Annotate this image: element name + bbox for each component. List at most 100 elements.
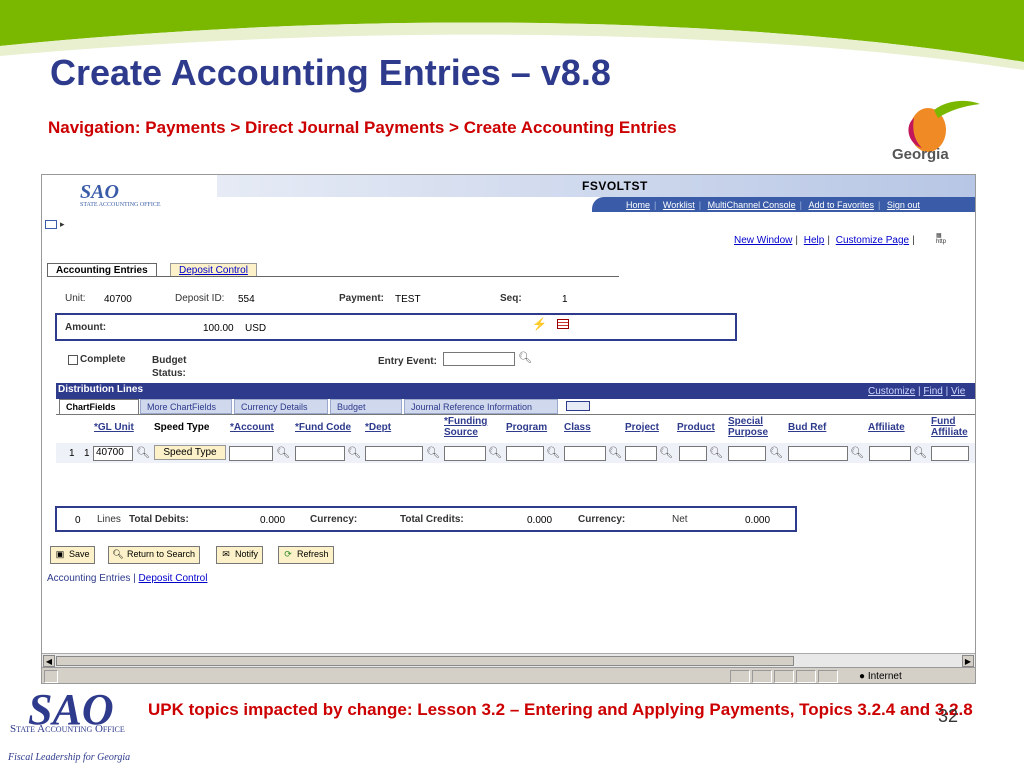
product-lookup-icon[interactable]: 🔍︎: [709, 446, 723, 459]
col-fund-affiliate[interactable]: Fund Affiliate: [931, 416, 975, 438]
funding-source-lookup-icon[interactable]: 🔍︎: [488, 446, 502, 459]
lines-label: Lines: [97, 514, 121, 525]
customize-link[interactable]: Customize: [868, 386, 915, 397]
app-header: SAO STATE ACCOUNTING OFFICE FSVOLTST Hom…: [42, 175, 975, 213]
browser-status-bar: ● Internet: [42, 667, 975, 683]
amount-label: Amount:: [65, 322, 107, 333]
subtab-journal-reference[interactable]: Journal Reference Information: [404, 399, 558, 414]
subtab-more-chartfields[interactable]: More ChartFields: [140, 399, 232, 414]
program-input[interactable]: [506, 446, 544, 461]
sign-out-link[interactable]: Sign out: [887, 200, 920, 210]
add-to-favorites-link[interactable]: Add to Favorites: [809, 200, 875, 210]
class-input[interactable]: [564, 446, 606, 461]
project-input[interactable]: [625, 446, 657, 461]
help-link[interactable]: Help: [804, 235, 825, 246]
home-link[interactable]: Home: [626, 200, 650, 210]
navigation-path: Navigation: Payments > Direct Journal Pa…: [48, 118, 677, 137]
unit-label: Unit:: [65, 293, 86, 304]
sao-footer-tagline: Fiscal Leadership for Georgia: [8, 752, 131, 763]
subtab-currency-details[interactable]: Currency Details: [234, 399, 328, 414]
col-gl-unit[interactable]: *GL Unit: [94, 422, 134, 433]
worklist-link[interactable]: Worklist: [663, 200, 695, 210]
complete-checkbox[interactable]: [68, 355, 78, 365]
affiliate-lookup-icon[interactable]: 🔍︎: [913, 446, 927, 459]
col-dept[interactable]: *Dept: [365, 422, 391, 433]
row-seq-number: 1: [84, 448, 90, 459]
col-bud-ref[interactable]: Bud Ref: [788, 422, 826, 433]
unit-value: 40700: [104, 294, 132, 305]
col-fund-code[interactable]: *Fund Code: [295, 422, 351, 433]
col-account[interactable]: *Account: [230, 422, 274, 433]
customize-page-link[interactable]: Customize Page: [836, 235, 909, 246]
tab-divider: [47, 276, 619, 277]
distribution-lines-header: Distribution Lines Customize | Find | Vi…: [56, 383, 975, 399]
distribution-subtabs: ChartFields More ChartFields Currency De…: [56, 399, 975, 415]
notify-button[interactable]: ✉ Notify: [216, 546, 264, 564]
find-link[interactable]: Find: [923, 386, 942, 397]
program-lookup-icon[interactable]: 🔍︎: [546, 446, 560, 459]
internet-zone-label: ● Internet: [859, 671, 902, 682]
funding-source-input[interactable]: [444, 446, 486, 461]
view-link[interactable]: Vie: [951, 386, 965, 397]
class-lookup-icon[interactable]: 🔍︎: [608, 446, 622, 459]
sao-logo: SAO: [80, 181, 119, 203]
col-funding-source[interactable]: *Funding Source: [444, 416, 498, 438]
lines-count: 0: [75, 515, 81, 526]
lightning-icon[interactable]: ⚡: [532, 317, 547, 331]
horizontal-scrollbar[interactable]: ◀ ▶: [42, 653, 975, 667]
amount-value: 100.00: [203, 323, 234, 334]
sao-footer-office: State Accounting Office: [10, 723, 125, 735]
save-button[interactable]: ▣ Save: [50, 546, 95, 564]
col-program[interactable]: Program: [506, 422, 547, 433]
project-lookup-icon[interactable]: 🔍︎: [659, 446, 673, 459]
refresh-button[interactable]: ⟳ Refresh: [278, 546, 334, 564]
currency-label-credits: Currency:: [578, 514, 626, 525]
menu-toggle-icon[interactable]: [45, 220, 57, 229]
scrollbar-thumb[interactable]: [56, 656, 794, 666]
dept-input[interactable]: [365, 446, 423, 461]
notify-icon: ✉: [222, 549, 230, 559]
gl-unit-input[interactable]: 40700: [93, 446, 133, 461]
special-purpose-input[interactable]: [728, 446, 766, 461]
scroll-right-icon[interactable]: ▶: [962, 655, 974, 667]
fund-code-input[interactable]: [295, 446, 345, 461]
fund-code-lookup-icon[interactable]: 🔍︎: [347, 446, 361, 459]
multichannel-console-link[interactable]: MultiChannel Console: [708, 200, 796, 210]
account-lookup-icon[interactable]: 🔍︎: [276, 446, 290, 459]
speed-type-button[interactable]: Speed Type: [154, 445, 226, 460]
entry-event-input[interactable]: [443, 352, 515, 366]
total-credits-value: 0.000: [527, 515, 553, 526]
tab-accounting-entries[interactable]: Accounting Entries: [47, 263, 157, 277]
col-affiliate[interactable]: Affiliate: [868, 422, 905, 433]
search-icon[interactable]: 🔍︎: [518, 351, 532, 364]
currency-label-debits: Currency:: [310, 514, 358, 525]
tab-deposit-control[interactable]: Deposit Control: [170, 263, 257, 277]
accounting-entries-link: Accounting Entries: [47, 573, 131, 584]
affiliate-input[interactable]: [869, 446, 911, 461]
col-product[interactable]: Product: [677, 422, 715, 433]
dept-lookup-icon[interactable]: 🔍︎: [426, 446, 440, 459]
col-speed-type: Speed Type: [154, 422, 210, 433]
fund-affiliate-input[interactable]: [931, 446, 969, 461]
account-input[interactable]: [229, 446, 273, 461]
show-all-columns-icon[interactable]: [566, 401, 590, 411]
col-class[interactable]: Class: [564, 422, 591, 433]
subtab-budget[interactable]: Budget: [330, 399, 402, 414]
col-special-purpose[interactable]: Special Purpose: [728, 416, 778, 438]
scroll-left-icon[interactable]: ◀: [43, 655, 55, 667]
deposit-control-link[interactable]: Deposit Control: [139, 573, 208, 584]
special-purpose-lookup-icon[interactable]: 🔍︎: [769, 446, 783, 459]
menu-arrow-icon[interactable]: ▸: [60, 219, 65, 230]
return-to-search-button[interactable]: 🔍︎ Return to Search: [108, 546, 201, 564]
http-icon[interactable]: ▦ http: [936, 233, 952, 247]
slide-title: Create Accounting Entries – v8.8: [50, 52, 611, 93]
col-project[interactable]: Project: [625, 422, 659, 433]
new-window-link[interactable]: New Window: [734, 235, 792, 246]
bud-ref-input[interactable]: [788, 446, 848, 461]
subtab-chartfields[interactable]: ChartFields: [59, 399, 139, 414]
gl-unit-lookup-icon[interactable]: 🔍︎: [136, 446, 150, 459]
bud-ref-lookup-icon[interactable]: 🔍︎: [850, 446, 864, 459]
grid-view-icon[interactable]: [557, 319, 569, 329]
net-label: Net: [672, 514, 688, 525]
product-input[interactable]: [679, 446, 707, 461]
